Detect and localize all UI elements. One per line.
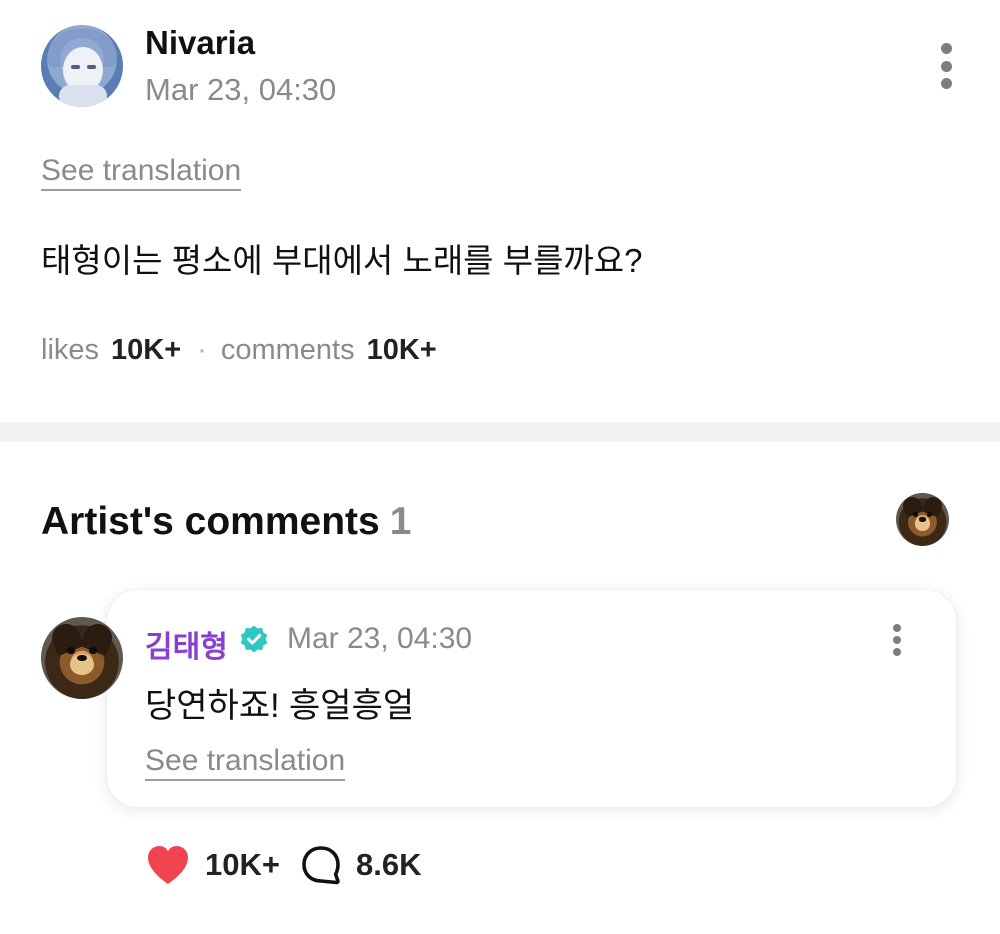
menu-dot — [940, 43, 952, 54]
post-stats: likes 10K+ · comments 10K+ — [41, 334, 437, 367]
post-timestamp: Mar 23, 04:30 — [145, 72, 337, 107]
post-author-name[interactable]: Nivaria — [145, 24, 255, 62]
author-avatar[interactable] — [41, 25, 123, 107]
comment-reply-count: 8.6K — [355, 847, 422, 882]
menu-dot — [893, 624, 901, 632]
artist-avatar-small[interactable] — [896, 493, 949, 546]
comments-count[interactable]: 10K+ — [367, 334, 437, 367]
post-body-text: 태형이는 평소에 부대에서 노래를 부를까요? — [41, 242, 643, 279]
likes-label: likes — [41, 334, 100, 366]
comment-body-text: 당연하죠! 흥얼흥얼 — [145, 687, 415, 725]
heart-icon[interactable] — [145, 843, 191, 887]
comments-label: comments — [220, 334, 355, 366]
section-divider — [0, 422, 1000, 442]
artist-comments-title: Artist's comments 1 — [41, 500, 411, 544]
comment-see-translation-link[interactable]: See translation — [145, 744, 346, 781]
stats-separator: · — [197, 334, 207, 366]
post-see-translation-link[interactable]: See translation — [41, 154, 242, 191]
dog-eye — [912, 512, 918, 517]
dog-eye — [927, 512, 933, 517]
menu-dot — [893, 636, 901, 644]
more-vertical-icon[interactable] — [938, 43, 954, 89]
section-title-text: Artist's comments — [41, 500, 380, 543]
avatar-hand — [59, 85, 107, 107]
dog-nose — [919, 517, 926, 522]
speech-bubble-icon[interactable] — [300, 844, 342, 886]
post-card: Nivaria Mar 23, 04:30 See translation 태형… — [0, 0, 1000, 422]
dog-ear — [920, 494, 945, 518]
avatar-eye — [87, 65, 96, 69]
menu-dot — [893, 648, 901, 656]
more-vertical-icon[interactable] — [891, 624, 903, 656]
comment-like-count: 10K+ — [205, 847, 280, 882]
menu-dot — [940, 60, 952, 72]
dog-eye — [67, 646, 75, 654]
menu-dot — [940, 78, 952, 89]
comment-reactions: 10K+ 8.6K — [145, 843, 421, 887]
comment-timestamp: Mar 23, 04:30 — [287, 622, 473, 655]
verified-badge-icon — [240, 625, 268, 653]
artist-avatar[interactable] — [41, 617, 123, 699]
avatar-eye — [71, 65, 80, 69]
likes-count[interactable]: 10K+ — [111, 334, 181, 367]
section-count: 1 — [389, 500, 412, 543]
dog-eye — [89, 646, 97, 654]
comment-author-name[interactable]: 김태형 — [145, 622, 228, 666]
